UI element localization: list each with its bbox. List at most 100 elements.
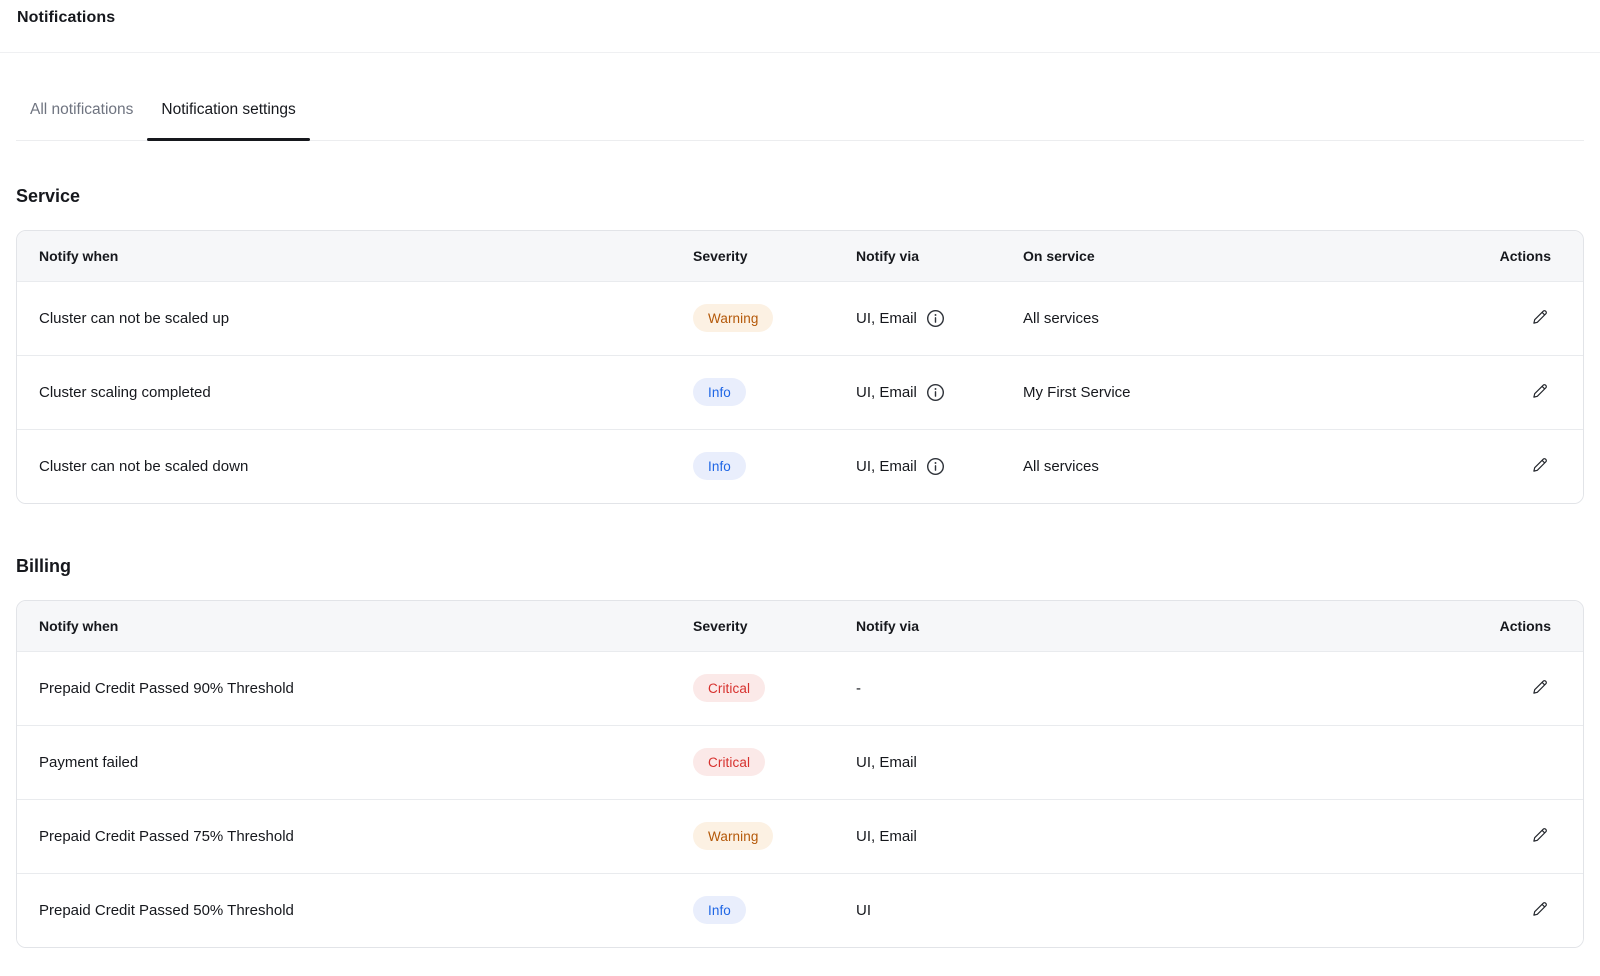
severity-badge-warning: Warning bbox=[693, 822, 773, 850]
notify-via-text: UI, Email bbox=[856, 754, 917, 771]
cell-notify-when: Prepaid Credit Passed 50% Threshold bbox=[17, 873, 693, 947]
cell-notify-when: Cluster scaling completed bbox=[17, 355, 693, 429]
severity-badge-info: Info bbox=[693, 896, 746, 924]
page-header: Notifications bbox=[0, 0, 1600, 53]
cell-on-service: All services bbox=[1023, 429, 1471, 503]
notify-via-value: UI, Email bbox=[856, 309, 945, 328]
cell-actions bbox=[1471, 429, 1583, 503]
notification-name: Payment failed bbox=[39, 754, 138, 771]
cell-notify-when: Prepaid Credit Passed 75% Threshold bbox=[17, 799, 693, 873]
column-header-severity: Severity bbox=[693, 601, 856, 651]
table-row: Payment failed Critical UI, Email bbox=[17, 725, 1583, 799]
cell-notify-via: UI, Email bbox=[856, 355, 1023, 429]
column-header-on-service: On service bbox=[1023, 231, 1471, 281]
table-row: Cluster can not be scaled up Warning UI, E… bbox=[17, 281, 1583, 355]
cell-on-service: All services bbox=[1023, 281, 1471, 355]
cell-severity: Warning bbox=[693, 281, 856, 355]
cell-actions bbox=[1471, 873, 1583, 947]
notify-via-value: UI, Email bbox=[856, 754, 917, 771]
table-row: Cluster scaling completed Info UI, Email My… bbox=[17, 355, 1583, 429]
pencil-edit-icon bbox=[1531, 684, 1549, 699]
notification-name: Prepaid Credit Passed 90% Threshold bbox=[39, 680, 294, 697]
notification-name: Prepaid Credit Passed 75% Threshold bbox=[39, 828, 294, 845]
severity-badge-critical: Critical bbox=[693, 674, 765, 702]
notify-via-value: UI, Email bbox=[856, 383, 945, 402]
cell-severity: Critical bbox=[693, 651, 856, 725]
cell-actions bbox=[1471, 281, 1583, 355]
cell-notify-when: Prepaid Credit Passed 90% Threshold bbox=[17, 651, 693, 725]
table-row: Prepaid Credit Passed 50% Threshold Info U… bbox=[17, 873, 1583, 947]
pencil-edit-icon bbox=[1531, 314, 1549, 329]
table-header-row: Notify whenSeverityNotify viaActions bbox=[17, 601, 1583, 651]
notify-via-text: - bbox=[856, 680, 861, 697]
column-header-actions: Actions bbox=[1471, 601, 1583, 651]
table-row: Prepaid Credit Passed 75% Threshold Warni… bbox=[17, 799, 1583, 873]
column-header-notify-via: Notify via bbox=[856, 601, 1471, 651]
info-icon[interactable] bbox=[926, 309, 945, 328]
cell-actions bbox=[1471, 725, 1583, 799]
cell-notify-when: Payment failed bbox=[17, 725, 693, 799]
notify-via-text: UI, Email bbox=[856, 828, 917, 845]
cell-notify-via: UI bbox=[856, 873, 1471, 947]
notify-via-text: UI, Email bbox=[856, 384, 917, 401]
severity-badge-critical: Critical bbox=[693, 748, 765, 776]
notify-via-text: UI, Email bbox=[856, 310, 917, 327]
cell-notify-when: Cluster can not be scaled down bbox=[17, 429, 693, 503]
service-notifications-table: Notify whenSeverityNotify viaOn serviceA… bbox=[16, 230, 1584, 504]
edit-notification-button[interactable] bbox=[1529, 306, 1551, 328]
column-header-actions: Actions bbox=[1471, 231, 1583, 281]
table-row: Cluster can not be scaled down Info UI, Em… bbox=[17, 429, 1583, 503]
section-title-billing: Billing bbox=[16, 556, 1584, 577]
edit-notification-button[interactable] bbox=[1529, 454, 1551, 476]
cell-on-service: My First Service bbox=[1023, 355, 1471, 429]
severity-badge-info: Info bbox=[693, 452, 746, 480]
cell-notify-via: UI, Email bbox=[856, 799, 1471, 873]
edit-notification-button[interactable] bbox=[1529, 380, 1551, 402]
tab-notification-settings[interactable]: Notification settings bbox=[147, 84, 309, 140]
severity-badge-info: Info bbox=[693, 378, 746, 406]
on-service-value: All services bbox=[1023, 458, 1099, 475]
cell-severity: Info bbox=[693, 873, 856, 947]
tab-bar: All notificationsNotification settings bbox=[16, 84, 1584, 141]
notification-name: Cluster can not be scaled up bbox=[39, 310, 229, 327]
cell-severity: Info bbox=[693, 429, 856, 503]
cell-severity: Warning bbox=[693, 799, 856, 873]
cell-notify-via: - bbox=[856, 651, 1471, 725]
content: All notificationsNotification settings S… bbox=[0, 84, 1600, 948]
notification-name: Cluster scaling completed bbox=[39, 384, 211, 401]
section-title-service: Service bbox=[16, 186, 1584, 207]
cell-severity: Info bbox=[693, 355, 856, 429]
cell-notify-via: UI, Email bbox=[856, 281, 1023, 355]
column-header-severity: Severity bbox=[693, 231, 856, 281]
pencil-edit-icon bbox=[1531, 832, 1549, 847]
notification-name: Prepaid Credit Passed 50% Threshold bbox=[39, 902, 294, 919]
column-header-notify-when: Notify when bbox=[17, 231, 693, 281]
pencil-edit-icon bbox=[1531, 462, 1549, 477]
pencil-edit-icon bbox=[1531, 388, 1549, 403]
cell-notify-via: UI, Email bbox=[856, 725, 1471, 799]
cell-notify-when: Cluster can not be scaled up bbox=[17, 281, 693, 355]
tab-all-notifications[interactable]: All notifications bbox=[16, 84, 147, 140]
page-title: Notifications bbox=[17, 9, 1583, 27]
notify-via-value: UI, Email bbox=[856, 828, 917, 845]
section-billing: Billing Notify whenSeverityNotify viaActi… bbox=[16, 556, 1584, 948]
severity-badge-warning: Warning bbox=[693, 304, 773, 332]
billing-notifications-table: Notify whenSeverityNotify viaActions Prep… bbox=[16, 600, 1584, 948]
notify-via-text: UI, Email bbox=[856, 458, 917, 475]
section-service: Service Notify whenSeverityNotify viaOn s… bbox=[16, 186, 1584, 504]
edit-notification-button[interactable] bbox=[1529, 824, 1551, 846]
cell-actions bbox=[1471, 355, 1583, 429]
on-service-value: My First Service bbox=[1023, 384, 1131, 401]
table-header-row: Notify whenSeverityNotify viaOn serviceA… bbox=[17, 231, 1583, 281]
notify-via-value: - bbox=[856, 680, 861, 697]
cell-actions bbox=[1471, 651, 1583, 725]
notify-via-text: UI bbox=[856, 902, 871, 919]
cell-severity: Critical bbox=[693, 725, 856, 799]
info-icon[interactable] bbox=[926, 457, 945, 476]
notification-name: Cluster can not be scaled down bbox=[39, 458, 248, 475]
info-icon[interactable] bbox=[926, 383, 945, 402]
notify-via-value: UI, Email bbox=[856, 457, 945, 476]
on-service-value: All services bbox=[1023, 310, 1099, 327]
edit-notification-button[interactable] bbox=[1529, 898, 1551, 920]
edit-notification-button[interactable] bbox=[1529, 676, 1551, 698]
